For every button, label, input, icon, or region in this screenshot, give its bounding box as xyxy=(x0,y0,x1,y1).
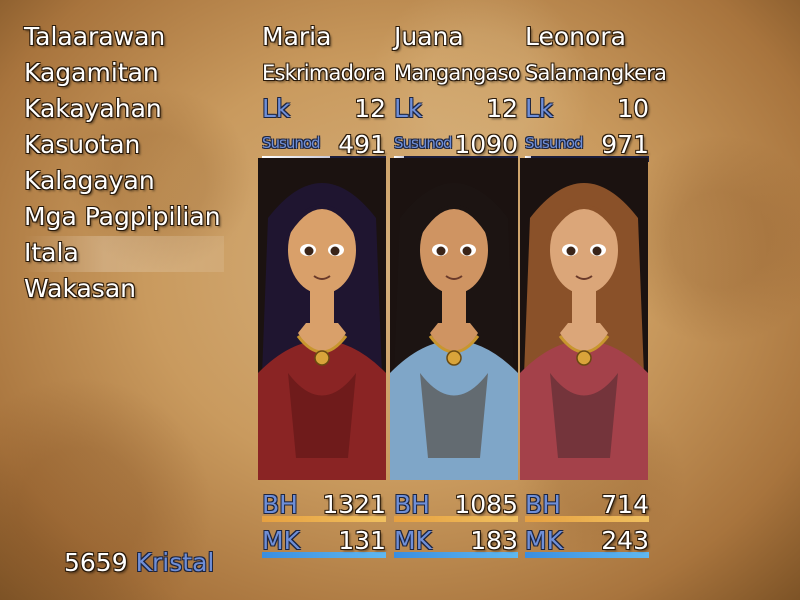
exp-label: Susunod xyxy=(262,134,321,152)
menu-item-kasuotan[interactable]: Kasuotan xyxy=(24,128,224,164)
mp-label: MK xyxy=(394,526,432,555)
level-label: Lk xyxy=(525,94,554,123)
pupil-left xyxy=(304,246,314,256)
member-name: Juana xyxy=(394,22,464,51)
mp-value: 183 xyxy=(470,526,518,555)
exp-value: 1090 xyxy=(454,130,518,159)
hp-value: 714 xyxy=(601,490,649,519)
party-member-maria[interactable]: Maria Eskrimadora Lk 12 Susunod 491 xyxy=(262,20,386,164)
hp-row: BH 1321 xyxy=(262,488,386,524)
hp-row: BH 1085 xyxy=(394,488,518,524)
exp-value: 491 xyxy=(338,130,386,159)
level-row: Lk 10 xyxy=(525,92,649,128)
pupil-left xyxy=(566,246,576,256)
party-stats-maria: BH 1321 MK 131 xyxy=(262,488,386,560)
pendant xyxy=(576,350,592,366)
menu-item-kalagayan[interactable]: Kalagayan xyxy=(24,164,224,200)
party-stats-leonora: BH 714 MK 243 xyxy=(525,488,649,560)
gold-display: 5659 Kristal xyxy=(64,548,214,577)
pupil-right xyxy=(592,246,602,256)
party-member-leonora[interactable]: Leonora Salamangkera Lk 10 Susunod 971 xyxy=(525,20,667,164)
gold-amount: 5659 xyxy=(64,548,128,577)
member-class: Mangangaso xyxy=(394,61,521,85)
pupil-left xyxy=(436,246,446,256)
member-class: Eskrimadora xyxy=(262,61,386,85)
level-value: 12 xyxy=(354,94,386,123)
portrait-maria[interactable] xyxy=(258,158,386,480)
level-row: Lk 12 xyxy=(262,92,386,128)
level-label: Lk xyxy=(394,94,423,123)
hp-label: BH xyxy=(525,490,561,519)
member-name: Leonora xyxy=(525,22,626,51)
level-row: Lk 12 xyxy=(394,92,518,128)
command-menu: Talaarawan Kagamitan Kakayahan Kasuotan … xyxy=(24,20,224,308)
hp-value: 1321 xyxy=(322,490,386,519)
menu-item-mga-pagpipilian[interactable]: Mga Pagpipilian xyxy=(24,200,224,236)
level-value: 12 xyxy=(486,94,518,123)
pupil-right xyxy=(462,246,472,256)
exp-label: Susunod xyxy=(525,134,584,152)
menu-item-kakayahan[interactable]: Kakayahan xyxy=(24,92,224,128)
mp-row: MK 243 xyxy=(525,524,649,560)
member-name: Maria xyxy=(262,22,332,51)
exp-label: Susunod xyxy=(394,134,453,152)
portrait-juana[interactable] xyxy=(390,158,518,480)
pendant xyxy=(314,350,330,366)
party-member-juana[interactable]: Juana Mangangaso Lk 12 Susunod 1090 xyxy=(394,20,521,164)
portrait-leonora[interactable] xyxy=(520,158,648,480)
mp-label: MK xyxy=(525,526,563,555)
pendant xyxy=(446,350,462,366)
hp-label: BH xyxy=(262,490,298,519)
mp-value: 243 xyxy=(601,526,649,555)
hp-value: 1085 xyxy=(454,490,518,519)
mp-label: MK xyxy=(262,526,300,555)
exp-value: 971 xyxy=(601,130,649,159)
party-stats-juana: BH 1085 MK 183 xyxy=(394,488,518,560)
menu-item-talaarawan[interactable]: Talaarawan xyxy=(24,20,224,56)
mp-row: MK 131 xyxy=(262,524,386,560)
level-value: 10 xyxy=(617,94,649,123)
hp-label: BH xyxy=(394,490,430,519)
pupil-right xyxy=(330,246,340,256)
hp-row: BH 714 xyxy=(525,488,649,524)
member-class: Salamangkera xyxy=(525,61,667,85)
menu-item-kagamitan[interactable]: Kagamitan xyxy=(24,56,224,92)
menu-item-itala[interactable]: Itala xyxy=(24,236,224,272)
mp-row: MK 183 xyxy=(394,524,518,560)
mp-value: 131 xyxy=(338,526,386,555)
gold-unit: Kristal xyxy=(135,548,215,577)
menu-item-wakasan[interactable]: Wakasan xyxy=(24,272,224,308)
level-label: Lk xyxy=(262,94,291,123)
